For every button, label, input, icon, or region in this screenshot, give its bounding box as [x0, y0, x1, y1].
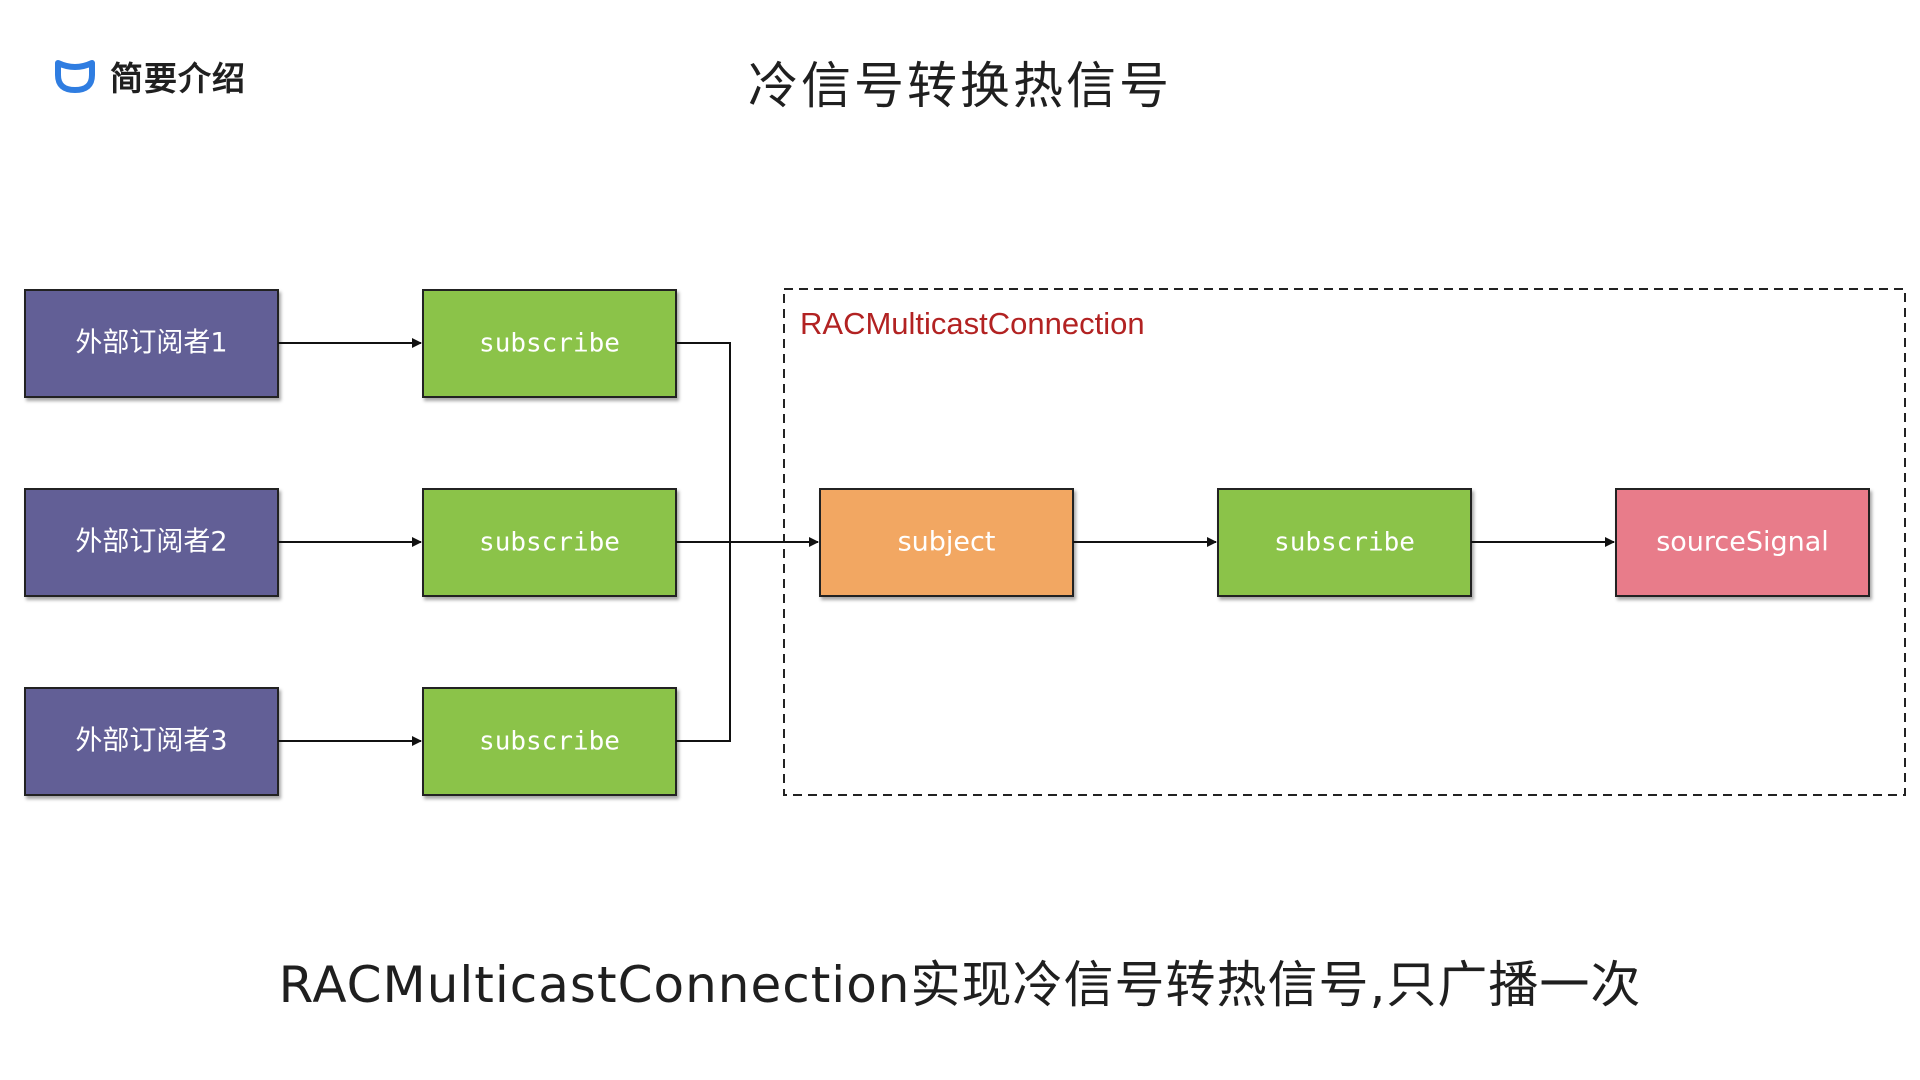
subject-box: subject — [819, 488, 1074, 597]
subscriber-1-label: 外部订阅者1 — [75, 328, 227, 359]
source-signal-box: sourceSignal — [1615, 488, 1870, 597]
subscribe-box-2: subscribe — [422, 488, 677, 597]
connector-subscribe-1 — [676, 342, 731, 542]
subscriber-2: 外部订阅者2 — [24, 488, 279, 597]
subscriber-3-label: 外部订阅者3 — [75, 726, 227, 757]
subscribe-box-3: subscribe — [422, 687, 677, 796]
subscriber-2-label: 外部订阅者2 — [75, 527, 227, 558]
subscribe-box-1: subscribe — [422, 289, 677, 398]
subject-label: subject — [898, 527, 996, 558]
group-label: RACMulticastConnection — [800, 306, 1145, 341]
connector-subscribe-3 — [676, 542, 731, 742]
subscriber-3: 外部订阅者3 — [24, 687, 279, 796]
subscriber-1: 外部订阅者1 — [24, 289, 279, 398]
inner-subscribe-label: subscribe — [1274, 528, 1415, 558]
subscribe-box-2-label: subscribe — [479, 528, 620, 558]
subscribe-box-3-label: subscribe — [479, 727, 620, 757]
inner-subscribe-box: subscribe — [1217, 488, 1472, 597]
slide-caption: RACMulticastConnection实现冷信号转热信号,只广播一次 — [278, 956, 1642, 1014]
source-signal-label: sourceSignal — [1656, 527, 1829, 558]
signal-flow-diagram: RACMulticastConnection 外部订阅者1 外部订阅者2 外部订… — [24, 288, 1906, 796]
subscribe-box-1-label: subscribe — [479, 329, 620, 359]
